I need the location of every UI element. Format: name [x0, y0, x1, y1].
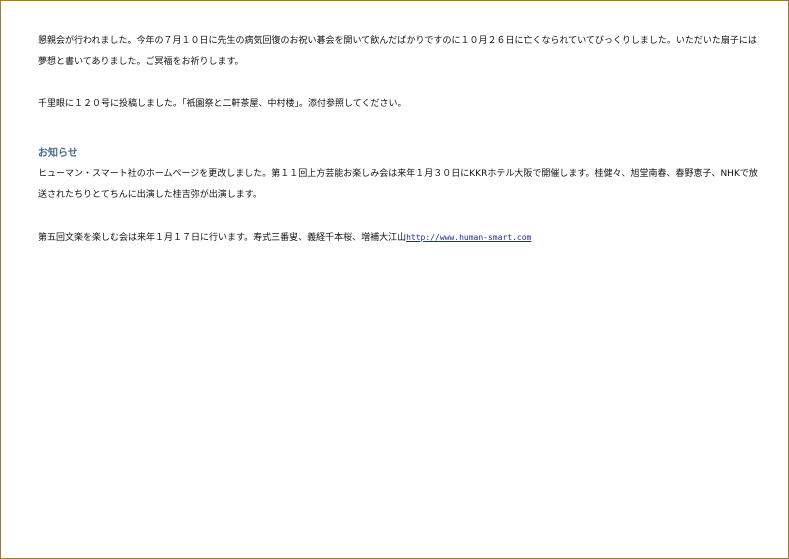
- main-content: 懇親会が行われました。今年の７月１０日に先生の病気回復のお祝い碁会を開いて飲んだ…: [38, 31, 764, 249]
- paragraph-memorial: 懇親会が行われました。今年の７月１０日に先生の病気回復のお祝い碁会を開いて飲んだ…: [38, 36, 757, 67]
- paragraph-bunraku: 第五回文楽を楽しむ会は来年１月１７日に行います。寿式三番叟、義経千本桜、増補大江…: [38, 227, 764, 249]
- paragraph-senrigan: 千里眼に１２０号に投稿しました。「祇園祭と二軒茶屋、中村楼」。添付参照してくださ…: [38, 99, 407, 109]
- notice-heading: お知らせ: [38, 148, 78, 159]
- page-frame: 懇親会が行われました。今年の７月１０日に先生の病気回復のお祝い碁会を開いて飲んだ…: [0, 0, 789, 559]
- homepage-link[interactable]: http://www.human-smart.com: [406, 233, 531, 242]
- paragraph-bunraku-text: 第五回文楽を楽しむ会は来年１月１７日に行います。寿式三番叟、義経千本桜、増補大江…: [38, 233, 407, 243]
- paragraph-homepage: ヒューマン・スマート社のホームページを更改しました。第１１回上方芸能お楽しみ会は…: [38, 169, 758, 200]
